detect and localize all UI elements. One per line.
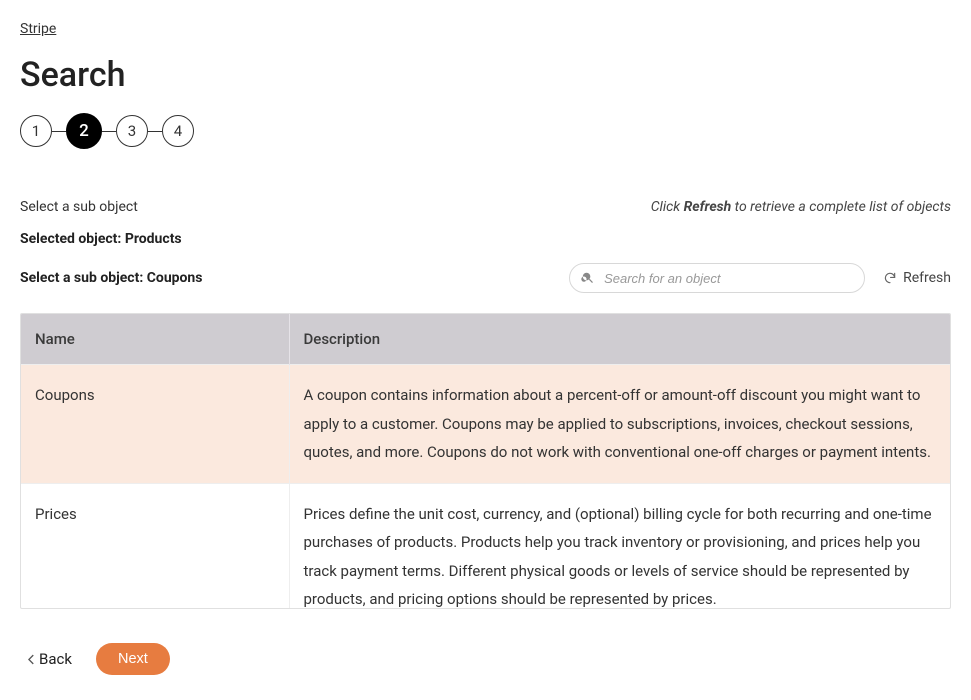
- cell-name: Coupons: [21, 365, 289, 484]
- table-scroll-region[interactable]: Name Description CouponsA coupon contain…: [21, 314, 950, 608]
- search-icon: [581, 271, 595, 285]
- page-title: Search: [20, 55, 951, 95]
- col-header-description: Description: [289, 314, 950, 365]
- step-1[interactable]: 1: [20, 115, 52, 147]
- breadcrumb[interactable]: Stripe: [20, 21, 56, 37]
- col-header-name: Name: [21, 314, 289, 365]
- hint-bold: Refresh: [684, 199, 732, 215]
- refresh-icon: [883, 271, 897, 285]
- table-row[interactable]: CouponsA coupon contains information abo…: [21, 365, 950, 484]
- hint-prefix: Click: [651, 199, 684, 215]
- stepper: 1234: [20, 113, 951, 149]
- sub-object-table: Name Description CouponsA coupon contain…: [20, 313, 951, 609]
- step-connector: [148, 131, 162, 132]
- search-input[interactable]: [569, 263, 865, 293]
- cell-description: Prices define the unit cost, currency, a…: [289, 483, 950, 608]
- selected-object-status: Selected object: Products: [20, 231, 951, 247]
- chevron-left-icon: [28, 654, 35, 665]
- refresh-label: Refresh: [903, 270, 951, 286]
- selected-sub-object-status: Select a sub object: Coupons: [20, 270, 202, 286]
- instruction-select-sub-object: Select a sub object: [20, 199, 138, 215]
- cell-description: A coupon contains information about a pe…: [289, 365, 950, 484]
- step-connector: [102, 131, 116, 132]
- refresh-button[interactable]: Refresh: [883, 270, 951, 286]
- cell-name: Prices: [21, 483, 289, 608]
- step-2[interactable]: 2: [66, 113, 102, 149]
- back-button[interactable]: Back: [20, 650, 72, 668]
- table-row[interactable]: PricesPrices define the unit cost, curre…: [21, 483, 950, 608]
- step-4[interactable]: 4: [162, 115, 194, 147]
- instruction-refresh-hint: Click Refresh to retrieve a complete lis…: [651, 199, 951, 215]
- step-connector: [52, 131, 66, 132]
- hint-suffix: to retrieve a complete list of objects: [731, 199, 951, 215]
- step-3[interactable]: 3: [116, 115, 148, 147]
- next-button[interactable]: Next: [96, 643, 170, 675]
- table-body: CouponsA coupon contains information abo…: [21, 365, 950, 609]
- back-label: Back: [39, 650, 72, 668]
